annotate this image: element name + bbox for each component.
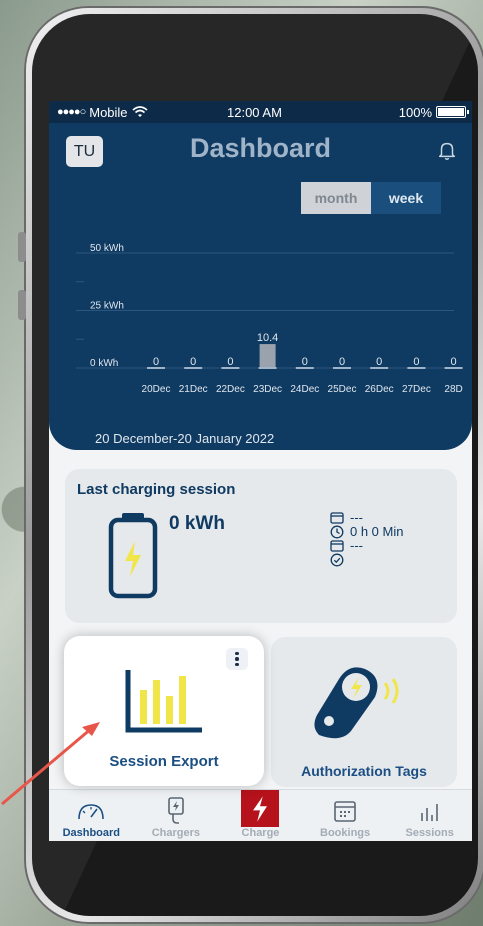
data-label: 0 [153, 356, 159, 368]
lightning-icon [253, 795, 268, 822]
authorization-tags-label: Authorization Tags [301, 763, 427, 779]
energy-chart: 50 kWh 25 kWh 0 kWh 0 20Dec 0 21Dec 0 22Dec 10.4 2… [76, 243, 463, 395]
battery-icon [436, 106, 469, 118]
x-tick-label: 22Dec [216, 384, 245, 395]
data-label: 0 [227, 356, 233, 368]
session-status-row [330, 553, 403, 567]
tab-chargers[interactable]: Chargers [134, 790, 219, 841]
data-label: 0 [413, 356, 419, 368]
session-date-value: --- [350, 510, 363, 525]
bar [259, 344, 276, 368]
data-label: 10.4 [257, 332, 278, 344]
battery-percent: 100% [398, 104, 432, 120]
battery-indicator: 100% [398, 104, 469, 120]
carrier: ●●●●○ Mobile [57, 105, 148, 120]
tab-chargers-label: Chargers [151, 827, 201, 839]
authorization-tags-card[interactable]: Authorization Tags [271, 637, 457, 787]
tab-charge[interactable]: Charge [218, 790, 303, 841]
month-option[interactable]: month [301, 182, 371, 214]
mute-switch [18, 232, 26, 262]
x-tick-label: 21Dec [179, 384, 208, 395]
y-tick-label: 50 kWh [90, 243, 124, 254]
x-tick-label: 28D [444, 384, 462, 395]
x-tick-label: 25Dec [328, 384, 357, 395]
notification-bell-icon[interactable] [436, 139, 458, 161]
wifi-icon [132, 106, 148, 117]
charger-plug-icon [168, 797, 184, 824]
status-time: 12:00 AM [227, 104, 282, 120]
x-tick-label: 27Dec [402, 384, 431, 395]
tab-sessions[interactable]: Sessions [387, 790, 472, 841]
session-end-row: --- [330, 539, 403, 553]
x-tick-label: 23Dec [253, 384, 282, 395]
data-label: 0 [451, 356, 457, 368]
tab-sessions-label: Sessions [405, 827, 454, 839]
tab-bookings-label: Bookings [320, 827, 371, 839]
last-session-energy: 0 kWh [169, 513, 225, 534]
calendar-icon [330, 512, 344, 524]
tab-charge-label: Charge [241, 827, 280, 839]
carrier-name: Mobile [89, 104, 128, 120]
data-label: 0 [302, 356, 308, 368]
x-tick-label: 24Dec [290, 384, 319, 395]
last-session-card[interactable]: Last charging session 0 kWh --- 0 h 0 Mi… [65, 469, 457, 623]
tab-bookings[interactable]: Bookings [303, 790, 388, 841]
last-session-meta: --- 0 h 0 Min --- [330, 511, 403, 567]
x-tick-label: 26Dec [365, 384, 394, 395]
signal-icon: ●●●●○ [57, 106, 86, 118]
calendar-icon [334, 801, 356, 822]
x-tick-label: 20Dec [142, 384, 171, 395]
more-options-icon[interactable] [226, 648, 248, 670]
session-date-row: --- [330, 511, 403, 525]
charge-button-box [241, 790, 280, 827]
data-label: 0 [376, 356, 382, 368]
volume-up-button [18, 290, 26, 320]
week-option[interactable]: week [371, 182, 441, 214]
session-duration-value: 0 h 0 Min [350, 524, 404, 539]
calendar-end-icon [330, 540, 344, 552]
status-bar: ●●●●○ Mobile 12:00 AM 100% [49, 101, 472, 123]
y-tick-label: 0 kWh [90, 358, 118, 369]
battery-charging-icon [108, 513, 158, 599]
check-circle-icon [330, 553, 344, 567]
data-label: 0 [190, 356, 196, 368]
rfid-tag-icon [314, 667, 399, 739]
clock-icon [330, 525, 344, 539]
session-end-value: --- [350, 538, 363, 553]
tab-dashboard-label: Dashboard [62, 827, 121, 839]
session-duration-row: 0 h 0 Min [330, 525, 403, 539]
y-tick-label: 25 kWh [90, 301, 124, 312]
pointer-arrow [1, 722, 100, 806]
bar-chart-icon [420, 804, 438, 821]
period-toggle: month week [301, 182, 441, 214]
export-chart-icon [125, 670, 202, 733]
data-label: 0 [339, 356, 345, 368]
dashboard-header: TU Dashboard month week 50 kWh 25 kWh 0 kW… [49, 123, 472, 450]
last-session-heading: Last charging session [77, 481, 236, 498]
chart-date-range: 20 December-20 January 2022 [95, 431, 275, 446]
page-title: Dashboard [189, 133, 332, 163]
